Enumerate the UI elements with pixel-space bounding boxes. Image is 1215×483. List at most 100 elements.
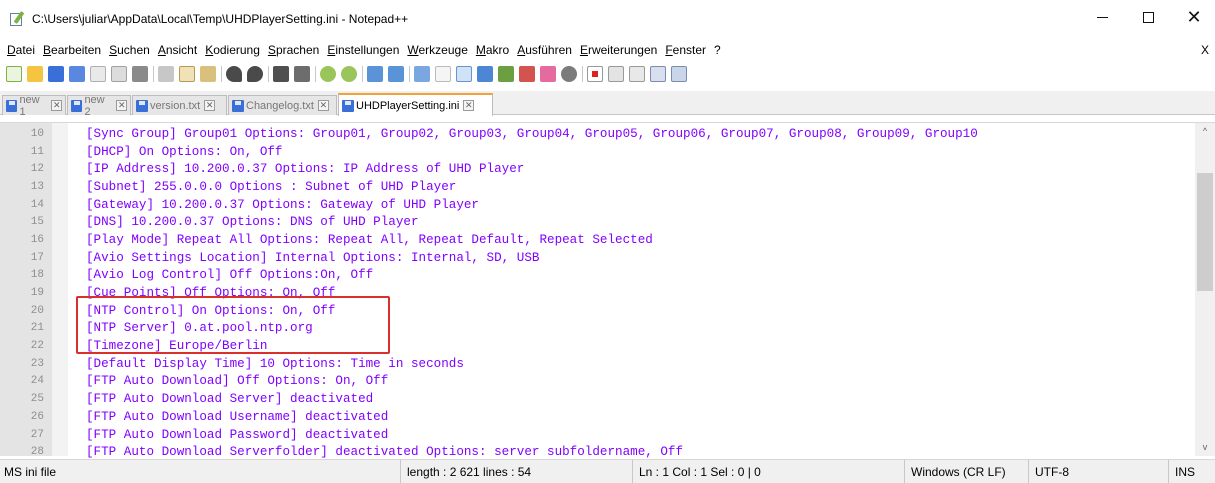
editor-line[interactable]: 27 [FTP Auto Download Password] deactivat… — [0, 426, 1195, 444]
save-all-icon[interactable] — [69, 66, 85, 82]
replace-icon[interactable] — [294, 66, 310, 82]
status-encoding[interactable]: UTF-8 — [1028, 460, 1168, 483]
record-macro-icon[interactable] — [587, 66, 603, 82]
folder-workspace-icon[interactable] — [540, 66, 556, 82]
language-icon[interactable] — [477, 66, 493, 82]
zoom-out-icon[interactable] — [341, 66, 357, 82]
stop-macro-icon[interactable] — [608, 66, 624, 82]
status-position: Ln : 1 Col : 1 Sel : 0 | 0 — [632, 460, 904, 483]
close-all-icon[interactable] — [111, 66, 127, 82]
tab-close-icon[interactable]: ✕ — [463, 100, 475, 111]
close-document-button[interactable]: X — [1201, 43, 1209, 57]
document-map-icon[interactable] — [498, 66, 514, 82]
line-number: 10 — [30, 127, 44, 140]
editor-line[interactable]: 25 [FTP Auto Download Server] deactivated — [0, 390, 1195, 408]
new-file-icon[interactable] — [6, 66, 22, 82]
line-text: [Play Mode] Repeat All Options: Repeat A… — [86, 232, 653, 247]
title-bar: C:\Users\juliar\AppData\Local\Temp\UHDPl… — [0, 0, 1215, 38]
editor-line[interactable]: 13 [Subnet] 255.0.0.0 Options : Subnet of… — [0, 178, 1195, 196]
status-eol[interactable]: Windows (CR LF) — [904, 460, 1028, 483]
menu-bearbeiten[interactable]: Bearbeiten — [39, 43, 105, 57]
editor-line[interactable]: 14 [Gateway] 10.200.0.37 Options: Gateway… — [0, 196, 1195, 214]
toolbar-separator — [153, 66, 154, 82]
save-macro-icon[interactable] — [671, 66, 687, 82]
editor-line[interactable]: 17 [Avio Settings Location] Internal Opti… — [0, 249, 1195, 267]
line-text: [Subnet] 255.0.0.0 Options : Subnet of U… — [86, 179, 457, 194]
save-icon[interactable] — [48, 66, 64, 82]
line-number: 16 — [30, 233, 44, 246]
saved-file-icon — [6, 99, 18, 112]
run-macro-multiple-icon[interactable] — [650, 66, 666, 82]
menu-datei[interactable]: Datei — [3, 43, 39, 57]
menu-ansicht[interactable]: Ansicht — [154, 43, 201, 57]
editor-line[interactable]: 23 [Default Display Time] 10 Options: Tim… — [0, 355, 1195, 373]
scroll-down-icon[interactable]: v — [1195, 439, 1215, 456]
menu-makro[interactable]: Makro — [472, 43, 513, 57]
tab-version-txt[interactable]: version.txt ✕ — [132, 95, 227, 115]
menu-erweiterungen[interactable]: Erweiterungen — [576, 43, 661, 57]
text-editor[interactable]: 10 [Sync Group] Group01 Options: Group01,… — [0, 122, 1215, 459]
tab-new-2[interactable]: new 2 ✕ — [67, 94, 131, 118]
tab-close-icon[interactable]: ✕ — [317, 100, 329, 111]
indent-guide-icon[interactable] — [456, 66, 472, 82]
editor-line[interactable]: 10 [Sync Group] Group01 Options: Group01,… — [0, 125, 1195, 143]
editor-line[interactable]: 24 [FTP Auto Download] Off Options: On, O… — [0, 373, 1195, 391]
function-list-icon[interactable] — [519, 66, 535, 82]
line-number: 27 — [30, 428, 44, 441]
line-text: [FTP Auto Download Server] deactivated — [86, 392, 374, 407]
editor-line[interactable]: 26 [FTP Auto Download Username] deactivat… — [0, 408, 1195, 426]
line-number: 24 — [30, 375, 44, 388]
minimize-button[interactable] — [1079, 0, 1125, 34]
word-wrap-icon[interactable] — [414, 66, 430, 82]
editor-line[interactable]: 16 [Play Mode] Repeat All Options: Repeat… — [0, 231, 1195, 249]
editor-line[interactable]: 15 [DNS] 10.200.0.37 Options: DNS of UHD … — [0, 213, 1195, 231]
scrollbar-thumb[interactable] — [1197, 173, 1213, 291]
vertical-scrollbar[interactable]: ^ v — [1195, 123, 1215, 456]
print-icon[interactable] — [132, 66, 148, 82]
tab-new-1[interactable]: new 1 ✕ — [2, 94, 66, 118]
editor-line[interactable]: 12 [IP Address] 10.200.0.37 Options: IP A… — [0, 160, 1195, 178]
line-number: 28 — [30, 446, 44, 459]
menu-fenster[interactable]: Fenster — [661, 43, 710, 57]
copy-icon[interactable] — [179, 66, 195, 82]
tab-uhdplayersetting-ini[interactable]: UHDPlayerSetting.ini ✕ — [338, 93, 493, 116]
editor-lines: 10 [Sync Group] Group01 Options: Group01,… — [0, 125, 1195, 461]
cut-icon[interactable] — [158, 66, 174, 82]
sync-horizontal-icon[interactable] — [388, 66, 404, 82]
open-file-icon[interactable] — [27, 66, 43, 82]
maximize-button[interactable] — [1125, 0, 1171, 34]
paste-icon[interactable] — [200, 66, 216, 82]
menu-einstellungen[interactable]: Einstellungen — [323, 43, 403, 57]
monitoring-icon[interactable] — [561, 66, 577, 82]
redo-icon[interactable] — [247, 66, 263, 82]
close-button[interactable]: ✕ — [1171, 0, 1215, 34]
line-number: 20 — [30, 304, 44, 317]
menu-werkzeuge[interactable]: Werkzeuge — [403, 43, 471, 57]
status-insert-mode: INS — [1168, 460, 1215, 483]
menu-help[interactable]: ? — [710, 43, 725, 57]
sync-vertical-icon[interactable] — [367, 66, 383, 82]
line-text: [Avio Settings Location] Internal Option… — [86, 250, 540, 265]
menu-suchen[interactable]: Suchen — [105, 43, 154, 57]
tab-close-icon[interactable]: ✕ — [51, 100, 62, 111]
menu-bar: Datei Bearbeiten Suchen Ansicht Kodierun… — [0, 38, 1215, 62]
editor-line[interactable]: 18 [Avio Log Control] Off Options:On, Off — [0, 267, 1195, 285]
tab-close-icon[interactable]: ✕ — [116, 100, 127, 111]
tab-changelog-txt[interactable]: Changelog.txt ✕ — [228, 95, 337, 115]
line-text: [DHCP] On Options: On, Off — [86, 144, 283, 159]
line-number: 26 — [30, 410, 44, 423]
editor-line[interactable]: 11 [DHCP] On Options: On, Off — [0, 143, 1195, 161]
toolbar-separator — [221, 66, 222, 82]
tab-close-icon[interactable]: ✕ — [204, 100, 216, 111]
show-all-chars-icon[interactable] — [435, 66, 451, 82]
close-file-icon[interactable] — [90, 66, 106, 82]
undo-icon[interactable] — [226, 66, 242, 82]
scroll-up-icon[interactable]: ^ — [1195, 123, 1215, 140]
zoom-in-icon[interactable] — [320, 66, 336, 82]
line-number: 22 — [30, 340, 44, 353]
play-macro-icon[interactable] — [629, 66, 645, 82]
menu-sprachen[interactable]: Sprachen — [264, 43, 323, 57]
menu-ausfuehren[interactable]: Ausführen — [513, 43, 576, 57]
find-icon[interactable] — [273, 66, 289, 82]
menu-kodierung[interactable]: Kodierung — [201, 43, 264, 57]
